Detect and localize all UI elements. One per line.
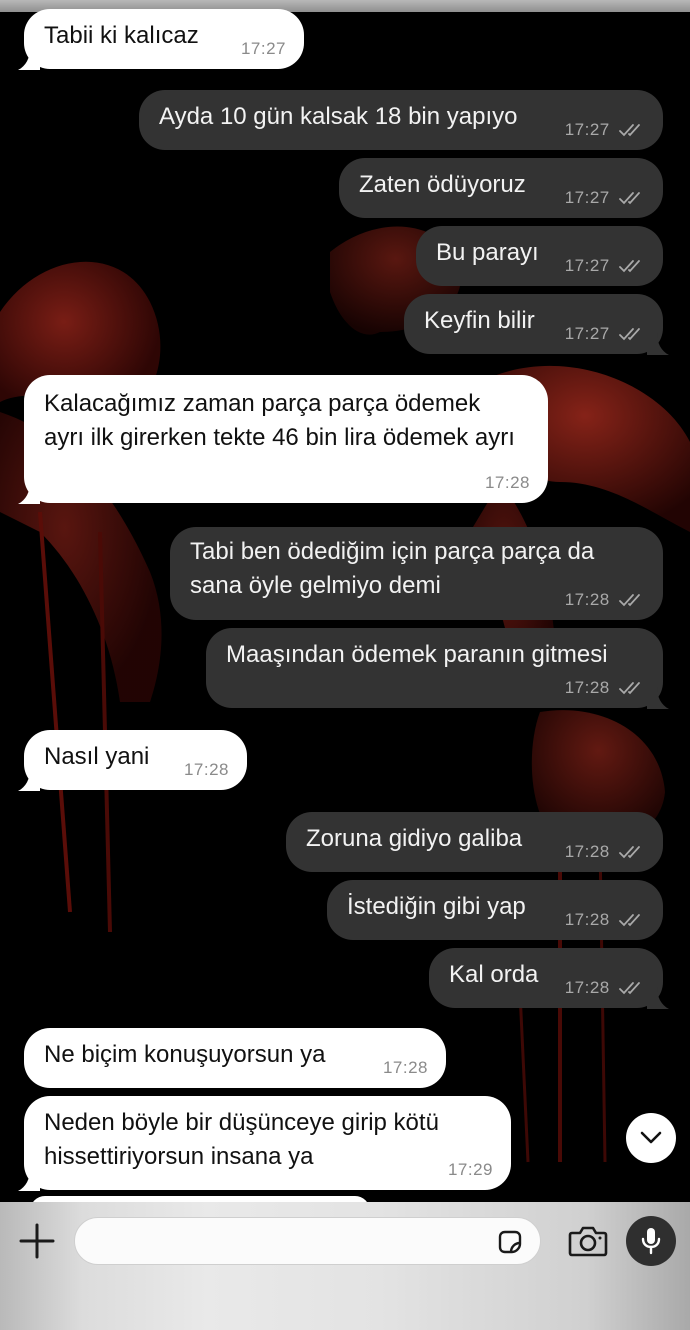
chat-screen: Tabii ki kalıcaz 17:27 Ayda 10 gün kalsa… — [0, 0, 690, 1330]
bubble-tail — [18, 769, 40, 791]
message-outgoing[interactable]: Zoruna gidiyo galiba 17:28 — [286, 812, 663, 872]
double-check-icon — [619, 192, 640, 205]
message-input[interactable] — [74, 1217, 541, 1265]
double-check-icon — [619, 846, 640, 859]
message-time: 17:28 — [183, 760, 229, 779]
message-outgoing[interactable]: Zaten ödüyoruz 17:27 — [339, 158, 663, 218]
composer-bar — [0, 1202, 690, 1330]
message-time: 17:27 — [565, 188, 645, 208]
message-time: 17:28 — [565, 678, 645, 698]
message-time: 17:27 — [565, 324, 645, 344]
message-time: 17:29 — [447, 1160, 493, 1179]
double-check-icon — [619, 594, 640, 607]
double-check-icon — [619, 124, 640, 137]
message-incoming[interactable]: Neden böyle bir düşünceye girip kötü his… — [18, 1096, 511, 1191]
bubble-tail — [18, 1169, 40, 1191]
message-outgoing[interactable]: Keyfin bilir 17:27 — [404, 294, 669, 355]
message-outgoing[interactable]: Tabi ben ödediğim için parça parça da sa… — [170, 527, 663, 620]
double-check-icon — [619, 982, 640, 995]
message-incoming[interactable]: Kalacağımız zaman parça parça ödemek ayr… — [18, 375, 548, 504]
message-time: 17:28 — [565, 590, 645, 610]
message-time: 17:27 — [565, 256, 645, 276]
bubble-tail — [647, 987, 669, 1009]
sticker-icon[interactable] — [496, 1228, 524, 1256]
message-time: 17:28 — [484, 473, 530, 492]
message-time: 17:28 — [565, 842, 645, 862]
message-time: 17:27 — [565, 120, 645, 140]
message-outgoing[interactable]: İstediğin gibi yap 17:28 — [327, 880, 663, 940]
double-check-icon — [619, 260, 640, 273]
bubble-tail — [647, 333, 669, 355]
double-check-icon — [619, 914, 640, 927]
message-outgoing[interactable]: Maaşından ödemek paranın gitmesi 17:28 — [206, 628, 669, 709]
bubble-tail — [647, 687, 669, 709]
message-time: 17:27 — [240, 39, 286, 58]
message-incoming[interactable]: Nasıl yani 17:28 — [18, 730, 247, 791]
message-text: Ne biçim konuşuyorsun ya — [44, 1041, 326, 1068]
message-incoming[interactable]: Tabii ki kalıcaz 17:27 — [18, 9, 304, 70]
message-time: 17:28 — [565, 978, 645, 998]
bubble-tail — [18, 48, 40, 70]
message-outgoing[interactable]: Kal orda 17:28 — [429, 948, 669, 1009]
microphone-button[interactable] — [626, 1216, 676, 1266]
message-time: 17:28 — [382, 1058, 428, 1077]
double-check-icon — [619, 682, 640, 695]
message-time: 17:28 — [565, 910, 645, 930]
plus-icon[interactable] — [18, 1222, 56, 1260]
message-outgoing[interactable]: Bu parayı 17:27 — [416, 226, 663, 286]
camera-icon[interactable] — [568, 1223, 608, 1259]
message-text: Neden böyle bir düşünceye girip kötü his… — [44, 1109, 439, 1170]
message-text: Kalacağımız zaman parça parça ödemek ayr… — [44, 390, 515, 451]
bubble-tail — [18, 482, 40, 504]
message-outgoing[interactable]: Ayda 10 gün kalsak 18 bin yapıyo 17:27 — [139, 90, 663, 150]
scroll-to-bottom-button[interactable] — [626, 1113, 676, 1163]
message-text: Maaşından ödemek paranın gitmesi — [226, 641, 608, 668]
microphone-icon — [641, 1228, 661, 1255]
double-check-icon — [619, 328, 640, 341]
chevron-down-icon — [640, 1131, 662, 1144]
message-incoming[interactable]: Ne biçim konuşuyorsun ya 17:28 — [24, 1028, 446, 1088]
